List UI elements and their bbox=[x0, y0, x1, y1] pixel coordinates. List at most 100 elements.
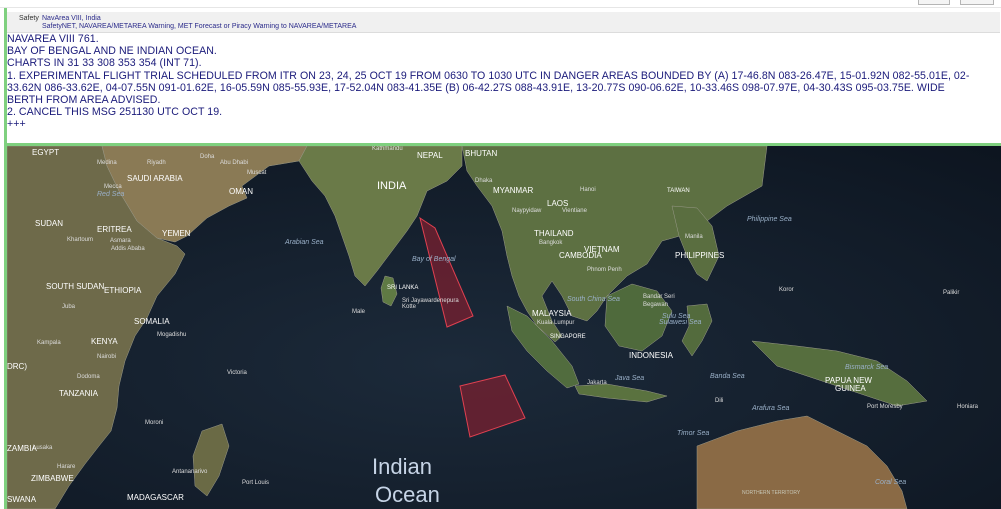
city-label: Mecca bbox=[104, 184, 122, 190]
city-label: Male bbox=[352, 309, 366, 315]
city-label: Vientiane bbox=[562, 208, 588, 214]
top-toolbar-strip bbox=[0, 0, 1001, 8]
country-label: LAOS bbox=[547, 199, 568, 208]
ocean-label-line2: Ocean bbox=[375, 482, 440, 507]
city-label: Nairobi bbox=[97, 354, 116, 360]
city-label: Muscat bbox=[247, 170, 267, 176]
country-label: INDIA bbox=[377, 180, 407, 192]
city-label: Jakarta bbox=[587, 380, 607, 386]
country-label: CAMBODIA bbox=[559, 251, 602, 260]
country-label: YEMEN bbox=[162, 229, 191, 238]
message-line: CHARTS IN 31 33 308 353 354 (INT 71). bbox=[7, 57, 202, 70]
region-label: NORTHERN TERRITORY bbox=[742, 490, 801, 496]
sea-label: Coral Sea bbox=[875, 479, 906, 486]
city-label: Hanoi bbox=[580, 187, 596, 193]
city-label: Phnom Penh bbox=[587, 267, 622, 273]
city-label: Victoria bbox=[227, 370, 248, 376]
city-label: Naypyidaw bbox=[512, 208, 542, 214]
navarea-name: NavArea VIII, India bbox=[42, 15, 101, 22]
sea-label: Bismarck Sea bbox=[845, 364, 888, 371]
country-label: MYANMAR bbox=[493, 186, 534, 195]
country-label: SRI LANKA bbox=[387, 285, 418, 291]
message-type-label: Safety bbox=[19, 15, 39, 22]
city-label: Addis Ababa bbox=[111, 246, 145, 252]
service-description: SafetyNET, NAVAREA/METAREA Warning, MET … bbox=[42, 23, 357, 30]
city-label: Port Louis bbox=[242, 480, 269, 486]
message-line: 1. EXPERIMENTAL FLIGHT TRIAL SCHEDULED F… bbox=[7, 69, 970, 82]
message-line: 33.62N 086-33.62E, 04-07.55N 091-01.62E,… bbox=[7, 81, 945, 94]
country-label: THAILAND bbox=[534, 229, 574, 238]
sea-label: Banda Sea bbox=[710, 373, 745, 380]
country-label: SOUTH SUDAN bbox=[46, 282, 104, 291]
country-label: GUINEA bbox=[835, 384, 866, 393]
sea-label: Sulawesi Sea bbox=[659, 319, 702, 326]
map-view[interactable]: Riyadh Doha Abu Dhabi Muscat Medina Mecc… bbox=[7, 146, 1001, 509]
city-label: Dodoma bbox=[77, 374, 100, 380]
country-label: SAUDI ARABIA bbox=[127, 174, 183, 183]
city-label: Khartoum bbox=[67, 237, 93, 243]
country-label: NEPAL bbox=[417, 151, 443, 160]
city-label: Palikir bbox=[943, 290, 959, 296]
sea-label: Arabian Sea bbox=[284, 239, 324, 246]
country-label: SINGAPORE bbox=[550, 334, 586, 340]
city-label: Doha bbox=[200, 154, 215, 160]
sea-label: Bay of Bengal bbox=[412, 256, 456, 263]
country-label: ETHIOPIA bbox=[104, 286, 142, 295]
toolbar-button[interactable] bbox=[918, 0, 950, 5]
city-label: Riyadh bbox=[147, 160, 166, 166]
message-line: BAY OF BENGAL AND NE INDIAN OCEAN. bbox=[7, 45, 217, 58]
city-label: Medina bbox=[97, 160, 117, 166]
country-label: SOMALIA bbox=[134, 317, 170, 326]
sea-label: South China Sea bbox=[567, 296, 620, 303]
country-label: EGYPT bbox=[32, 148, 59, 157]
message-line: 2. CANCEL THIS MSG 251130 UTC OCT 19. bbox=[7, 106, 223, 119]
city-label: Kampala bbox=[37, 340, 61, 346]
city-label: Begawan bbox=[643, 302, 668, 308]
sea-label: Arafura Sea bbox=[751, 405, 789, 412]
country-label: KENYA bbox=[91, 337, 118, 346]
map-canvas[interactable]: Riyadh Doha Abu Dhabi Muscat Medina Mecc… bbox=[7, 146, 1001, 509]
country-label: TANZANIA bbox=[59, 389, 99, 398]
country-label: SWANA bbox=[7, 495, 37, 504]
city-label: Koror bbox=[779, 287, 794, 293]
city-label: Moroni bbox=[145, 420, 163, 426]
city-label: Juba bbox=[62, 304, 76, 310]
country-label: SUDAN bbox=[35, 219, 63, 228]
city-label: Port Moresby bbox=[867, 404, 903, 410]
toolbar-button[interactable] bbox=[960, 0, 994, 5]
sea-label: Philippine Sea bbox=[747, 216, 792, 223]
city-label: Dili bbox=[715, 398, 723, 404]
country-label: BHUTAN bbox=[465, 149, 498, 158]
city-label: Dhaka bbox=[475, 178, 493, 184]
message-line: NAVAREA VIII 761. bbox=[7, 33, 99, 45]
country-label: OMAN bbox=[229, 187, 253, 196]
city-label: Kathmandu bbox=[372, 146, 403, 152]
country-label: INDONESIA bbox=[629, 351, 674, 360]
country-label: TAIWAN bbox=[667, 188, 690, 194]
city-label: Abu Dhabi bbox=[220, 160, 248, 166]
city-label: Harare bbox=[57, 464, 76, 470]
country-label: MALAYSIA bbox=[532, 309, 572, 318]
message-line: +++ bbox=[7, 118, 26, 131]
city-label: Honiara bbox=[957, 404, 979, 410]
country-label: DRC) bbox=[7, 362, 27, 371]
message-line: BERTH FROM AREA ADVISED. bbox=[7, 94, 161, 107]
sea-label: Red Sea bbox=[97, 191, 124, 198]
country-label: ZAMBIA bbox=[7, 444, 37, 453]
country-label: PHILIPPINES bbox=[675, 251, 724, 260]
sea-label: Java Sea bbox=[614, 375, 644, 382]
city-label: Bandar Seri bbox=[643, 294, 675, 300]
city-label: Antananarivo bbox=[172, 469, 208, 475]
sea-label: Timor Sea bbox=[677, 430, 709, 437]
message-header: Safety NavArea VIII, India SafetyNET, NA… bbox=[7, 12, 1000, 33]
city-label: Kuala Lumpur bbox=[537, 320, 574, 326]
ocean-label-line1: Indian bbox=[372, 454, 432, 479]
country-label: ZIMBABWE bbox=[31, 474, 74, 483]
country-label: MADAGASCAR bbox=[127, 493, 184, 502]
city-label: Asmara bbox=[110, 238, 131, 244]
country-label: ERITREA bbox=[97, 225, 132, 234]
city-label: Manila bbox=[685, 234, 703, 240]
city-label: Mogadishu bbox=[157, 332, 186, 338]
warning-message-text: NAVAREA VIII 761. BAY OF BENGAL AND NE I… bbox=[7, 33, 997, 142]
city-label: Bangkok bbox=[539, 240, 563, 246]
